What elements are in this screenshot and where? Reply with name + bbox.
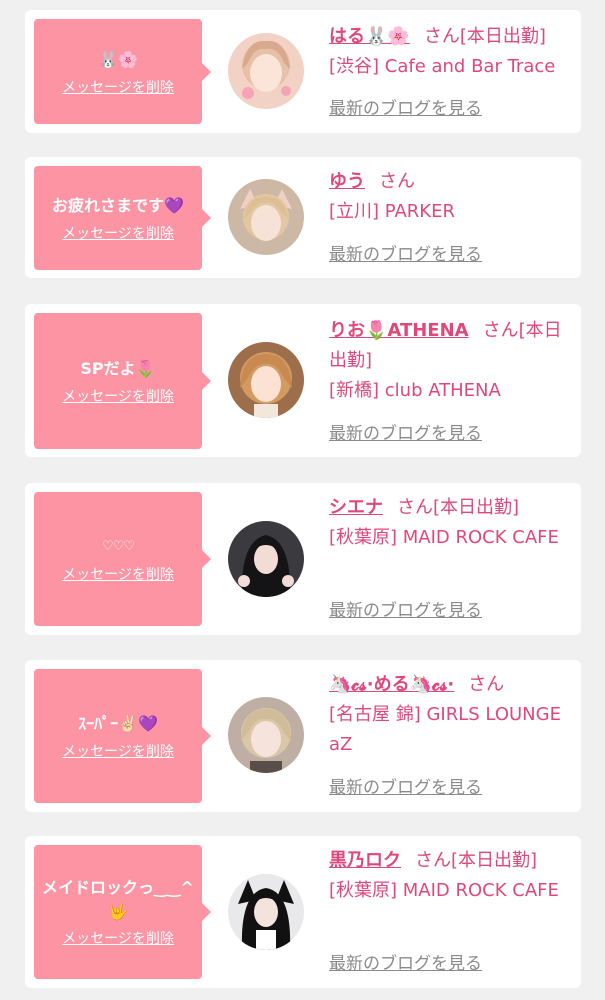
honorific: さん <box>423 26 460 47</box>
profile-photo-icon <box>228 521 304 597</box>
delete-message-link[interactable]: メッセージを削除 <box>62 566 174 584</box>
message-card: メイドロックっ‿‿^🤟 メッセージを削除 黒乃ロク さん[本日出勤] [秋葉原] … <box>25 836 581 988</box>
message-text: 🐰🌸 <box>98 49 138 69</box>
avatar[interactable] <box>228 874 304 950</box>
cast-name-link[interactable]: 🦄𝓬𝓼·める🦄𝓬𝓼· <box>329 674 454 695</box>
cast-info: シエナ さん[本日出勤] [秋葉原] MAID ROCK CAFE <box>329 493 569 553</box>
message-list: 🐰🌸 メッセージを削除 はる🐰🌸 さん[本日出勤] [渋谷] Cafe and B… <box>0 0 605 1000</box>
cast-name-link[interactable]: はる🐰🌸 <box>329 26 410 47</box>
shop-name: [秋葉原] MAID ROCK CAFE <box>329 527 559 548</box>
attendance-status: [本日出勤] <box>451 850 538 871</box>
honorific: さん <box>415 850 451 871</box>
latest-blog-link[interactable]: 最新のブログを見る <box>329 954 482 974</box>
avatar[interactable] <box>228 697 304 773</box>
message-bubble: お疲れさまです💜 メッセージを削除 <box>34 166 211 270</box>
message-bubble: ｽｰﾊﾟｰ✌🏻💜 メッセージを削除 <box>34 669 211 803</box>
message-bubble: SPだよ🌷 メッセージを削除 <box>34 313 211 449</box>
delete-message-link[interactable]: メッセージを削除 <box>62 225 174 243</box>
honorific: さん <box>468 674 505 695</box>
message-text: お疲れさまです💜 <box>52 196 184 215</box>
profile-photo-icon <box>228 697 304 773</box>
profile-photo-icon <box>228 179 304 255</box>
message-text: メイドロックっ‿‿^🤟 <box>42 878 194 921</box>
delete-message-link[interactable]: メッセージを削除 <box>62 388 174 406</box>
message-card: ｽｰﾊﾟｰ✌🏻💜 メッセージを削除 🦄𝓬𝓼·める🦄𝓬𝓼· さん [名古屋 錦] G… <box>25 660 581 812</box>
cast-info: 🦄𝓬𝓼·める🦄𝓬𝓼· さん [名古屋 錦] GIRLS LOUNGE aZ <box>329 670 569 760</box>
message-text: SPだよ🌷 <box>80 359 156 378</box>
avatar[interactable] <box>228 33 304 109</box>
cast-name-link[interactable]: りお🌷ATHENA <box>329 320 469 341</box>
latest-blog-link[interactable]: 最新のブログを見る <box>329 778 482 798</box>
attendance-status: [本日出勤] <box>433 497 520 518</box>
shop-name: [新橋] club ATHENA <box>329 380 501 401</box>
honorific: さん <box>379 171 415 192</box>
message-text: ♡♡♡ <box>102 539 135 554</box>
attendance-status: [本日出勤] <box>459 26 546 47</box>
latest-blog-link[interactable]: 最新のブログを見る <box>329 99 482 119</box>
latest-blog-link[interactable]: 最新のブログを見る <box>329 424 482 444</box>
message-card: お疲れさまです💜 メッセージを削除 ゆう さん [立川] PARKER 最新のブロ… <box>25 157 581 278</box>
shop-name: [秋葉原] MAID ROCK CAFE <box>329 880 559 901</box>
cast-info: はる🐰🌸 さん[本日出勤] [渋谷] Cafe and Bar Trace <box>329 22 569 82</box>
message-bubble: メイドロックっ‿‿^🤟 メッセージを削除 <box>34 845 211 979</box>
message-card: 🐰🌸 メッセージを削除 はる🐰🌸 さん[本日出勤] [渋谷] Cafe and B… <box>25 10 581 133</box>
cast-name-link[interactable]: 黒乃ロク <box>329 850 401 871</box>
avatar[interactable] <box>228 179 304 255</box>
delete-message-link[interactable]: メッセージを削除 <box>62 930 174 948</box>
cast-info: 黒乃ロク さん[本日出勤] [秋葉原] MAID ROCK CAFE <box>329 846 569 906</box>
honorific: さん <box>482 320 519 341</box>
message-card: SPだよ🌷 メッセージを削除 りお🌷ATHENA さん[本日出勤] [新橋] cl… <box>25 304 581 457</box>
message-bubble: ♡♡♡ メッセージを削除 <box>34 492 211 626</box>
shop-name: [名古屋 錦] GIRLS LOUNGE aZ <box>329 704 561 755</box>
message-bubble: 🐰🌸 メッセージを削除 <box>34 19 211 124</box>
shop-name: [渋谷] Cafe and Bar Trace <box>329 56 556 77</box>
cast-info: ゆう さん [立川] PARKER <box>329 167 569 227</box>
shop-name: [立川] PARKER <box>329 201 455 222</box>
profile-photo-icon <box>228 342 304 418</box>
cast-name-link[interactable]: ゆう <box>329 171 365 192</box>
cast-info: りお🌷ATHENA さん[本日出勤] [新橋] club ATHENA <box>329 316 569 406</box>
profile-photo-icon <box>228 33 304 109</box>
avatar[interactable] <box>228 521 304 597</box>
honorific: さん <box>397 497 433 518</box>
latest-blog-link[interactable]: 最新のブログを見る <box>329 601 482 621</box>
delete-message-link[interactable]: メッセージを削除 <box>62 743 174 761</box>
delete-message-link[interactable]: メッセージを削除 <box>62 79 174 97</box>
message-text: ｽｰﾊﾟｰ✌🏻💜 <box>78 714 158 733</box>
avatar[interactable] <box>228 342 304 418</box>
profile-photo-icon <box>228 874 304 950</box>
latest-blog-link[interactable]: 最新のブログを見る <box>329 245 482 265</box>
message-card: ♡♡♡ メッセージを削除 シエナ さん[本日出勤] [秋葉原] MAID ROCK… <box>25 483 581 635</box>
cast-name-link[interactable]: シエナ <box>329 497 383 518</box>
